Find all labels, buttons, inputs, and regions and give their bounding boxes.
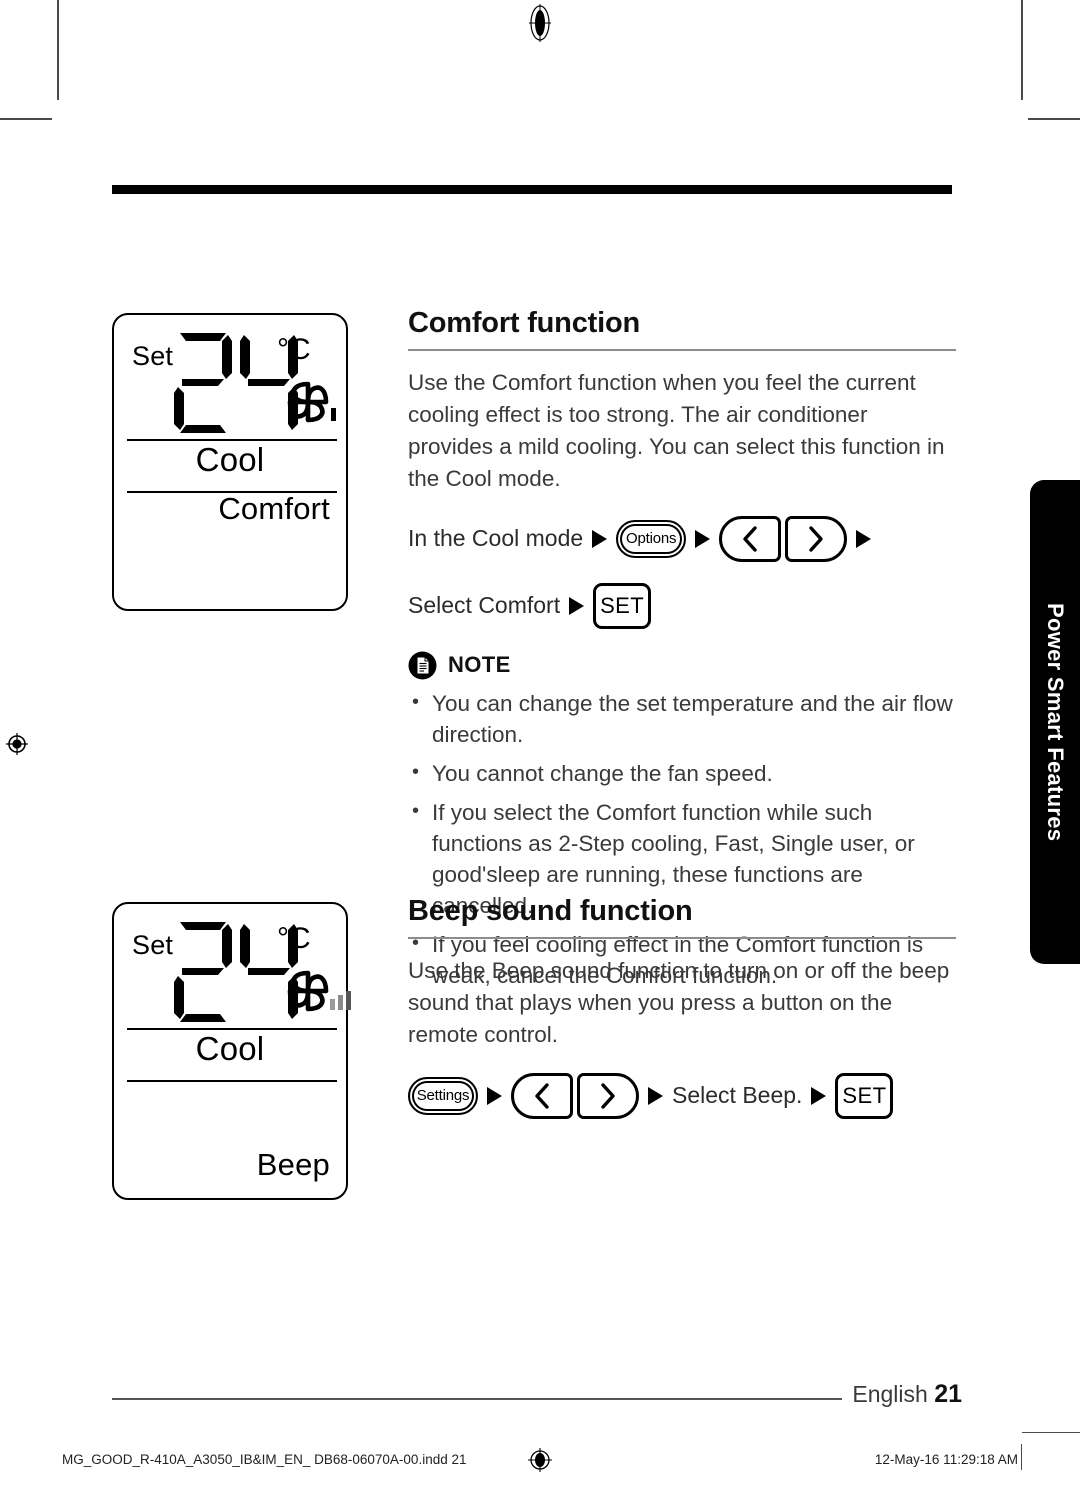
options-button[interactable]: Options: [616, 519, 687, 558]
chevron-right-icon: [809, 526, 823, 552]
crop-mark-top-right-vertical: [1021, 0, 1023, 100]
page-title-comfort: Comfort function: [408, 307, 640, 339]
lcd-set-label: Set: [132, 341, 174, 371]
fan-pinwheel-icon: [282, 966, 356, 1018]
lcd-display-comfort: Set °C Cool Comfort: [112, 313, 348, 611]
section-beep-sound-function: Beep sound function Use the Beep sound f…: [408, 895, 956, 1119]
lcd-feature-label: Beep: [256, 1147, 330, 1182]
page-title-beep: Beep sound function: [408, 895, 693, 927]
footer-language: English: [852, 1381, 928, 1407]
fan-pinwheel-icon: [282, 377, 356, 429]
lcd-unit-celsius: °C: [277, 922, 311, 955]
arrow-separator-icon: [856, 529, 872, 548]
arrow-separator-icon: [487, 1086, 502, 1105]
note-label: NOTE: [448, 652, 511, 678]
side-tab-power-smart-features: Power Smart Features: [1030, 480, 1080, 964]
note-document-icon: [408, 651, 437, 680]
arrow-separator-icon: [811, 1086, 827, 1105]
right-arrow-button[interactable]: [785, 515, 848, 562]
footer-page-number: 21: [934, 1380, 962, 1408]
registration-mark-left: [6, 733, 28, 755]
section-divider: [408, 936, 956, 939]
left-arrow-button[interactable]: [719, 515, 782, 562]
imprint-timestamp: 12-May-16 11:29:18 AM: [874, 1452, 1018, 1467]
note-header: NOTE: [408, 651, 956, 680]
crop-mark-top-left-vertical: [57, 0, 59, 100]
chevron-right-icon: [601, 1083, 615, 1109]
list-item: You can change the set temperature and t…: [408, 687, 956, 750]
arrow-separator-icon: [569, 596, 585, 615]
imprint-top-rule: [1022, 1432, 1080, 1434]
side-tab-label: Power Smart Features: [1043, 602, 1068, 842]
step-sequence-row-1: In the Cool mode Options: [408, 515, 956, 562]
lcd-display-beep: Set °C Cool Beep: [112, 902, 351, 1200]
right-arrow-button[interactable]: [577, 1072, 639, 1119]
step-mid-text: Select Beep.: [672, 1082, 803, 1109]
lcd-mode-label: Cool: [195, 1030, 265, 1067]
step-lead-text: In the Cool mode: [408, 525, 584, 552]
step-sequence-row-2: Select Comfort SET: [408, 582, 956, 629]
settings-button[interactable]: Settings: [408, 1076, 478, 1115]
registration-mark-bottom: [528, 1448, 552, 1472]
imprint-separator-bar: [1020, 1444, 1022, 1470]
crop-mark-top-right-horizontal: [1028, 118, 1080, 120]
step-lead-text: Select Comfort: [408, 592, 561, 619]
set-button[interactable]: SET: [835, 1072, 894, 1119]
arrow-separator-icon: [592, 529, 608, 548]
section-body-beep: Use the Beep sound function to turn on o…: [408, 957, 950, 1047]
lcd-unit-celsius: °C: [277, 333, 311, 366]
seven-segment-digit-2: [172, 329, 234, 437]
lcd-divider-bottom: [127, 1080, 337, 1082]
footer-rule: [112, 1398, 842, 1400]
set-button[interactable]: SET: [593, 582, 652, 629]
arrow-separator-icon: [695, 529, 711, 548]
lcd-mode-label: Cool: [195, 441, 265, 478]
crop-mark-top-left-horizontal: [0, 118, 52, 120]
chevron-left-icon: [535, 1083, 549, 1109]
imprint-filename: MG_GOOD_R-410A_A3050_IB&IM_EN_ DB68-0607…: [62, 1452, 467, 1467]
seven-segment-digit-2: [172, 918, 234, 1026]
section-body-comfort: Use the Comfort function when you feel t…: [408, 369, 945, 491]
section-divider: [408, 348, 956, 351]
list-item: You cannot change the fan speed.: [408, 757, 956, 789]
chevron-left-icon: [743, 526, 757, 552]
registration-mark-top: [529, 4, 551, 42]
footer-page-indicator: English 21: [852, 1380, 962, 1409]
header-rule: [112, 185, 952, 194]
step-sequence-row-beep: Settings Select Beep. SET: [408, 1072, 956, 1119]
section-comfort-function: Comfort function Use the Comfort functio…: [408, 307, 956, 991]
left-arrow-button[interactable]: [511, 1072, 573, 1119]
lcd-set-label: Set: [132, 930, 174, 960]
arrow-separator-icon: [648, 1086, 663, 1105]
lcd-feature-label: Comfort: [218, 491, 330, 526]
